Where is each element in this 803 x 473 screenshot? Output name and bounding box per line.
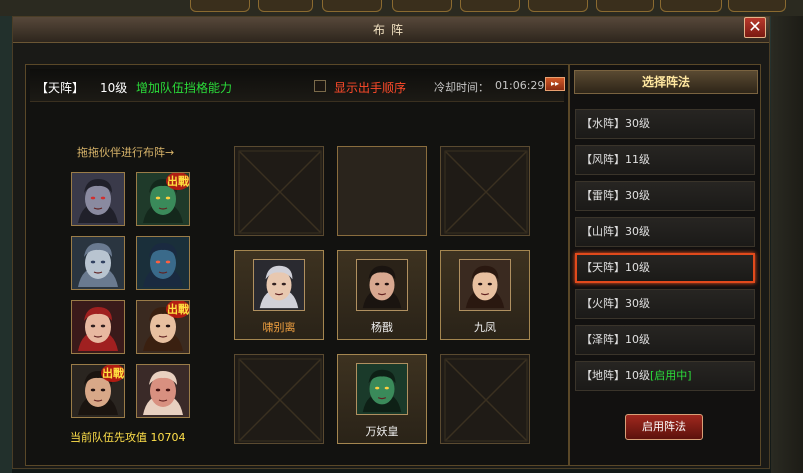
partner-card[interactable] xyxy=(136,364,190,418)
pink-demon-portrait xyxy=(137,365,189,417)
top-toolbar-tab[interactable] xyxy=(322,0,382,12)
top-toolbar-tab[interactable] xyxy=(392,0,452,12)
formation-slot[interactable] xyxy=(234,354,324,444)
in-battle-badge-icon: 出戰 xyxy=(100,365,124,383)
formation-slot[interactable] xyxy=(440,354,530,444)
formation-select-panel: 选择阵法 【水阵】30级 【风阵】11级 【雷阵】30级 【山阵】30级 【天阵】10级… xyxy=(569,64,761,466)
cooldown-time: 01:06:29 xyxy=(495,79,545,92)
top-toolbar-tab[interactable] xyxy=(528,0,588,12)
top-toolbar-tab[interactable] xyxy=(460,0,520,12)
partner-card[interactable] xyxy=(71,236,125,290)
formation-layout-panel: 【天阵】 10级 增加队伍挡格能力 显示出手顺序 冷却时间： 01:06:29 … xyxy=(25,64,569,466)
formation-option[interactable]: 【天阵】10级 xyxy=(575,253,755,283)
red-haired-girl-portrait xyxy=(72,301,124,353)
formation-select-header: 选择阵法 xyxy=(574,70,758,94)
pale-demon-portrait xyxy=(72,173,124,225)
top-toolbar-tab[interactable] xyxy=(190,0,250,12)
top-toolbar-tab[interactable] xyxy=(660,0,722,12)
formation-option-label: 【山阵】30级 xyxy=(581,225,650,238)
formation-slot[interactable]: 啸别离 xyxy=(234,250,324,340)
background-right-edge xyxy=(771,16,803,473)
formation-window: 布阵 ✕ 【天阵】 10级 增加队伍挡格能力 显示出手顺序 冷却时间： 01:0… xyxy=(12,16,770,469)
svg-text:出戰: 出戰 xyxy=(102,366,124,380)
formation-option[interactable]: 【火阵】30级 xyxy=(575,289,755,319)
partner-card[interactable]: 出戰 xyxy=(136,172,190,226)
close-button[interactable]: ✕ xyxy=(744,17,766,38)
top-toolbar-tab[interactable] xyxy=(258,0,313,12)
top-toolbar-tab[interactable] xyxy=(728,0,786,12)
formation-option[interactable]: 【雷阵】30级 xyxy=(575,181,755,211)
formation-description: 增加队伍挡格能力 xyxy=(136,81,233,95)
in-battle-badge-icon: 出戰 xyxy=(165,173,189,191)
speed-up-button[interactable]: ▸▸ xyxy=(545,77,565,91)
current-formation-level: 10级 xyxy=(100,81,128,95)
partner-card[interactable]: 出戰 xyxy=(136,300,190,354)
formation-option-label: 【火阵】30级 xyxy=(581,297,650,310)
empty-slot-cross-icon xyxy=(444,358,528,442)
formation-option-label: 【泽阵】10级 xyxy=(581,333,650,346)
formation-option[interactable]: 【水阵】30级 xyxy=(575,109,755,139)
formation-slot[interactable]: 万妖皇 xyxy=(337,354,427,444)
formation-option-label: 【水阵】30级 xyxy=(581,117,650,130)
formation-slot[interactable] xyxy=(440,146,530,236)
formation-slot[interactable] xyxy=(337,146,427,236)
current-formation-name: 【天阵】 xyxy=(36,81,85,95)
slot-hero-name: 啸别离 xyxy=(262,321,296,334)
formation-slot[interactable]: 九凤 xyxy=(440,250,530,340)
window-title: 布阵 xyxy=(372,23,409,37)
svg-text:出戰: 出戰 xyxy=(167,302,189,316)
jiu-feng-portrait xyxy=(459,259,511,311)
in-use-badge: [启用中] xyxy=(650,369,692,382)
team-initiative-value: 当前队伍先攻值 10704 xyxy=(70,431,186,444)
slot-hero-name: 九凤 xyxy=(474,321,496,334)
formation-option[interactable]: 【风阵】11级 xyxy=(575,145,755,175)
svg-text:出戰: 出戰 xyxy=(167,174,189,188)
in-battle-badge-icon: 出戰 xyxy=(165,301,189,319)
formation-option-label: 【地阵】10级 xyxy=(581,369,650,382)
show-order-label[interactable]: 显示出手顺序 xyxy=(334,79,406,96)
cooldown-label: 冷却时间： xyxy=(434,81,489,94)
window-titlebar: 布阵 ✕ xyxy=(13,17,769,43)
formation-slot[interactable] xyxy=(234,146,324,236)
drag-partner-hint: 拖拖伙伴进行布阵→ xyxy=(77,146,175,159)
demon-emperor-portrait xyxy=(356,363,408,415)
silver-hair-hero-portrait xyxy=(253,259,305,311)
formation-option-label: 【风阵】11级 xyxy=(581,153,650,166)
formation-option[interactable]: 【地阵】10级[启用中] xyxy=(575,361,755,391)
top-toolbar-tab[interactable] xyxy=(596,0,654,12)
empty-slot-cross-icon xyxy=(238,150,322,234)
yang-jian-portrait xyxy=(356,259,408,311)
empty-slot-cross-icon xyxy=(238,358,322,442)
show-order-checkbox[interactable] xyxy=(314,80,326,92)
partner-card[interactable] xyxy=(136,236,190,290)
formation-info-bar: 【天阵】 10级 增加队伍挡格能力 显示出手顺序 冷却时间： 01:06:29 … xyxy=(30,69,565,102)
blue-haired-girl-portrait xyxy=(72,237,124,289)
blue-ogre-portrait xyxy=(137,237,189,289)
activate-formation-button[interactable]: 启用阵法 xyxy=(625,414,703,440)
partner-card[interactable] xyxy=(71,300,125,354)
slot-hero-name: 杨戬 xyxy=(371,321,393,334)
formation-option[interactable]: 【山阵】30级 xyxy=(575,217,755,247)
formation-option-label: 【天阵】10级 xyxy=(581,261,650,274)
slot-hero-name: 万妖皇 xyxy=(365,425,399,438)
partner-card[interactable] xyxy=(71,172,125,226)
formation-slot[interactable]: 杨戬 xyxy=(337,250,427,340)
formation-option-label: 【雷阵】30级 xyxy=(581,189,650,202)
background-left-edge xyxy=(0,16,12,473)
empty-slot-cross-icon xyxy=(444,150,528,234)
partner-card[interactable]: 出戰 xyxy=(71,364,125,418)
formation-option[interactable]: 【泽阵】10级 xyxy=(575,325,755,355)
